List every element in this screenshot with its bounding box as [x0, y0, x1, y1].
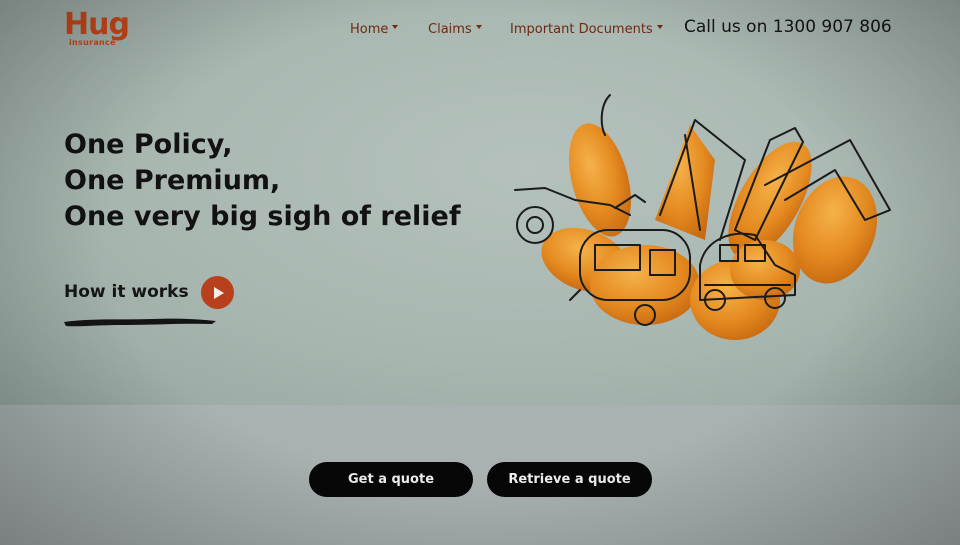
nav-claims[interactable]: Claims	[428, 18, 482, 40]
chevron-down-icon	[656, 25, 663, 29]
brush-underline	[64, 318, 216, 327]
nav-documents-label: Important Documents	[510, 21, 653, 37]
how-it-works-link[interactable]: How it works	[64, 282, 189, 302]
headline-line-2: One Premium,	[64, 165, 281, 196]
phone-number[interactable]: Call us on 1300 907 806	[684, 17, 892, 37]
nav-claims-label: Claims	[428, 21, 472, 37]
retrieve-quote-button[interactable]: Retrieve a quote	[487, 462, 652, 497]
chevron-down-icon	[392, 25, 399, 29]
nav-home-label: Home	[350, 21, 389, 37]
play-video-button[interactable]	[201, 276, 234, 309]
nav-home[interactable]: Home	[350, 18, 399, 40]
quote-section	[0, 405, 960, 545]
logo-subtext: insurance	[69, 38, 116, 47]
chevron-down-icon	[475, 25, 482, 29]
hug-logo[interactable]: Hug insurance	[64, 8, 144, 48]
nav-important-documents[interactable]: Important Documents	[510, 18, 663, 40]
orange-vehicles-illustration	[514, 94, 891, 340]
logo-wordmark: Hug	[64, 7, 130, 42]
hero-headline: One Policy, One Premium, One very big si…	[64, 127, 484, 235]
headline-line-3: One very big sigh of relief	[64, 201, 461, 232]
get-quote-button[interactable]: Get a quote	[309, 462, 473, 497]
headline-line-1: One Policy,	[64, 129, 233, 160]
play-icon	[214, 286, 224, 299]
